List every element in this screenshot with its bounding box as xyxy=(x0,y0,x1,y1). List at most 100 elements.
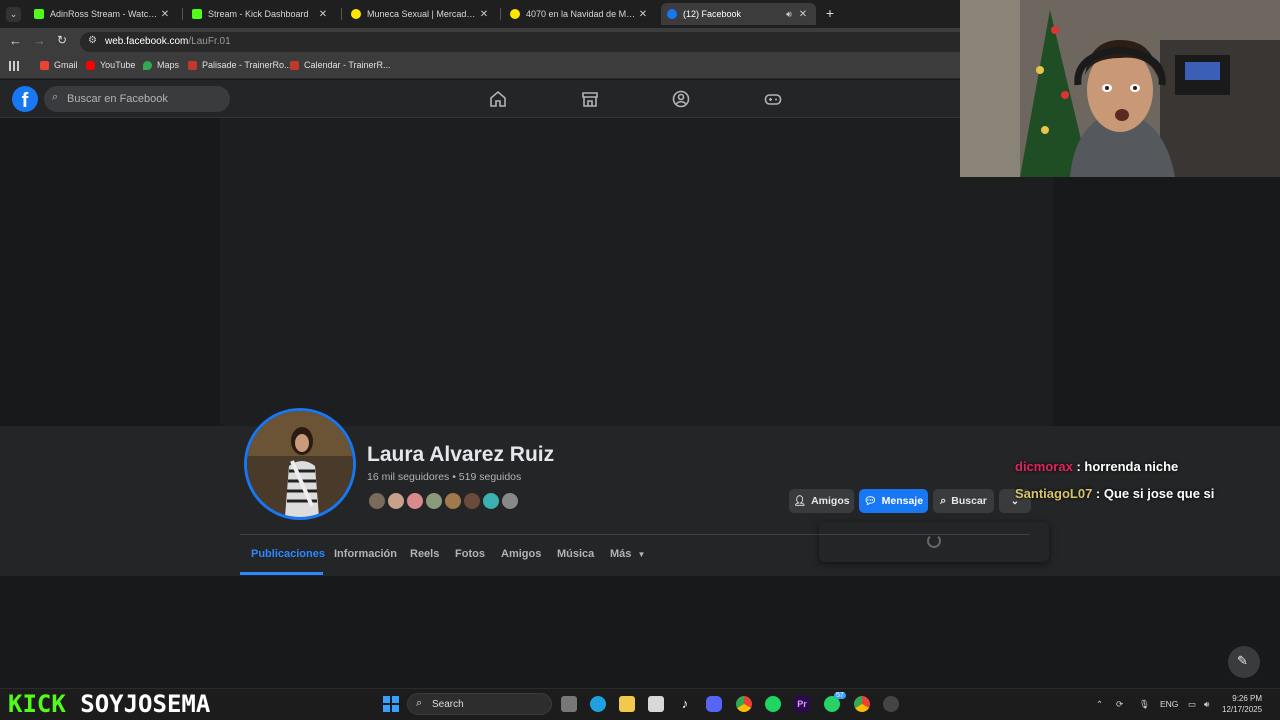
browser-tab[interactable]: 4070 en la Navidad de Mercado ✕ xyxy=(504,3,656,25)
bookmark-maps[interactable]: Maps xyxy=(143,60,179,70)
site-info-icon[interactable]: ⚙︎ xyxy=(88,35,97,46)
edge-icon[interactable] xyxy=(590,696,606,712)
friend-avatar[interactable] xyxy=(500,491,520,511)
chat-username: SantiagoL07 xyxy=(1015,486,1093,501)
tab-amigos[interactable]: Amigos xyxy=(501,548,541,560)
friend-avatar[interactable] xyxy=(386,491,406,511)
microphone-icon[interactable]: 🎙︎ xyxy=(1139,699,1150,710)
bookmark-calendar[interactable]: Calendar - TrainerR... xyxy=(290,60,391,70)
url-host: web.facebook.com xyxy=(105,36,189,47)
bookmark-gmail[interactable]: Gmail xyxy=(40,60,78,70)
task-view-icon[interactable] xyxy=(561,696,577,712)
chrome-icon[interactable] xyxy=(736,696,752,712)
bookmark-label: Maps xyxy=(157,60,180,70)
tab-title: AdinRoss Stream - Watch Live on xyxy=(50,9,158,19)
premiere-icon[interactable]: Pr xyxy=(794,696,810,712)
close-icon[interactable]: ✕ xyxy=(796,9,810,20)
maps-icon xyxy=(143,60,152,70)
close-icon[interactable]: ✕ xyxy=(477,9,491,20)
tab-reels[interactable]: Reels xyxy=(410,548,439,560)
bookmark-palisade[interactable]: Palisade - TrainerRo... xyxy=(188,60,292,70)
bookmark-label: Palisade - TrainerRo... xyxy=(202,60,292,70)
windows-start-icon[interactable] xyxy=(383,696,399,712)
tab-search-icon[interactable]: ⌄ xyxy=(6,7,21,22)
marketplace-icon[interactable] xyxy=(581,90,599,108)
browser-tab[interactable]: AdinRoss Stream - Watch Live on ✕ xyxy=(28,3,178,25)
close-icon[interactable]: ✕ xyxy=(636,9,650,20)
groups-icon[interactable] xyxy=(672,90,690,108)
friends-button[interactable]: 👤︎ Amigos xyxy=(789,489,854,513)
search-button-label: Buscar xyxy=(951,495,987,507)
tab-mas[interactable]: Más ▼ xyxy=(610,548,645,560)
speaker-icon[interactable]: 🔊︎ xyxy=(782,9,796,20)
profile-stats[interactable]: 16 mil seguidores • 519 seguidos xyxy=(367,471,521,483)
clock-time: 9:26 PM xyxy=(1232,694,1263,703)
friend-avatar[interactable] xyxy=(424,491,444,511)
tab-mas-label: Más xyxy=(610,548,632,560)
streamer-name: SOYJOSEMA xyxy=(80,690,211,718)
bookmark-label: YouTube xyxy=(100,60,136,70)
back-icon[interactable]: ← xyxy=(9,33,22,48)
tiktok-icon[interactable]: ♪ xyxy=(677,696,693,712)
friends-button-label: Amigos xyxy=(811,495,850,507)
kick-icon xyxy=(192,9,202,19)
taskbar-search-input[interactable]: ⌕ Search xyxy=(407,693,552,715)
spotify-icon[interactable] xyxy=(765,696,781,712)
friend-avatar[interactable] xyxy=(405,491,425,511)
browser-tab[interactable]: Muneca Sexual | MercadoLibre ✕ xyxy=(345,3,497,25)
close-icon[interactable]: ✕ xyxy=(158,9,172,20)
reload-icon[interactable]: ↻ xyxy=(57,33,67,47)
discord-icon[interactable] xyxy=(706,696,722,712)
friend-avatar[interactable] xyxy=(367,491,387,511)
tab-title: 4070 en la Navidad de Mercado xyxy=(526,9,636,19)
chat-text: : horrenda niche xyxy=(1076,459,1179,474)
address-bar[interactable]: ⚙︎ web.facebook.com/LauFr.01 xyxy=(80,32,980,52)
apps-icon[interactable] xyxy=(9,61,19,71)
tab-informacion[interactable]: Información xyxy=(334,548,397,560)
bookmark-youtube[interactable]: YouTube xyxy=(86,60,135,70)
message-button-label: Mensaje xyxy=(881,495,924,507)
new-message-button[interactable]: ✎ xyxy=(1228,646,1260,678)
cover-photo xyxy=(220,118,1053,426)
app-icon[interactable] xyxy=(883,696,899,712)
user-check-icon: 👤︎ xyxy=(793,495,807,507)
forward-icon[interactable]: → xyxy=(33,33,46,48)
volume-icon[interactable]: 🔊︎ xyxy=(1204,699,1209,710)
tab-fotos[interactable]: Fotos xyxy=(455,548,485,560)
trainer-icon xyxy=(290,60,299,70)
kick-brand-text: KICK xyxy=(8,690,66,718)
close-icon[interactable]: ✕ xyxy=(316,9,330,20)
tab-musica[interactable]: Música xyxy=(557,548,594,560)
facebook-logo[interactable]: f xyxy=(12,86,38,112)
message-button[interactable]: 💬︎ Mensaje xyxy=(859,489,928,513)
home-icon[interactable] xyxy=(489,90,507,108)
search-icon: ⌕ xyxy=(52,91,59,103)
display-icon[interactable]: ▭ xyxy=(1188,699,1196,710)
taskbar-clock[interactable]: 9:26 PM 12/17/2025 xyxy=(1222,693,1262,715)
tray-network-icon[interactable]: ⟳ xyxy=(1116,699,1123,710)
search-placeholder: Buscar en Facebook xyxy=(67,93,168,105)
clock-date: 12/17/2025 xyxy=(1222,705,1263,714)
file-explorer-icon[interactable] xyxy=(619,696,635,712)
url-path: /LauFr.01 xyxy=(188,36,231,47)
chat-text: : Que si jose que si xyxy=(1095,486,1215,501)
friend-avatar[interactable] xyxy=(443,491,463,511)
language-indicator[interactable]: ENG xyxy=(1160,699,1178,709)
browser-tab-active[interactable]: (12) Facebook 🔊︎ ✕ xyxy=(661,3,816,25)
youtube-icon xyxy=(86,60,95,70)
friend-avatar[interactable] xyxy=(481,491,501,511)
store-icon[interactable] xyxy=(648,696,664,712)
tab-publicaciones[interactable]: Publicaciones xyxy=(251,548,325,560)
facebook-search-input[interactable]: ⌕ Buscar en Facebook xyxy=(44,86,230,112)
active-tab-indicator xyxy=(240,572,323,575)
friend-avatar[interactable] xyxy=(462,491,482,511)
browser-tab[interactable]: Stream - Kick Dashboard ✕ xyxy=(186,3,336,25)
search-profile-button[interactable]: ⌕ Buscar xyxy=(933,489,994,513)
bookmark-label: Gmail xyxy=(54,60,78,70)
new-tab-button[interactable]: + xyxy=(823,5,837,21)
profile-avatar[interactable] xyxy=(244,408,356,520)
tray-chevron-icon[interactable]: ⌃ xyxy=(1096,699,1103,710)
chrome-icon[interactable] xyxy=(854,696,870,712)
gaming-icon[interactable] xyxy=(764,90,782,108)
mercadolibre-icon xyxy=(510,9,520,19)
